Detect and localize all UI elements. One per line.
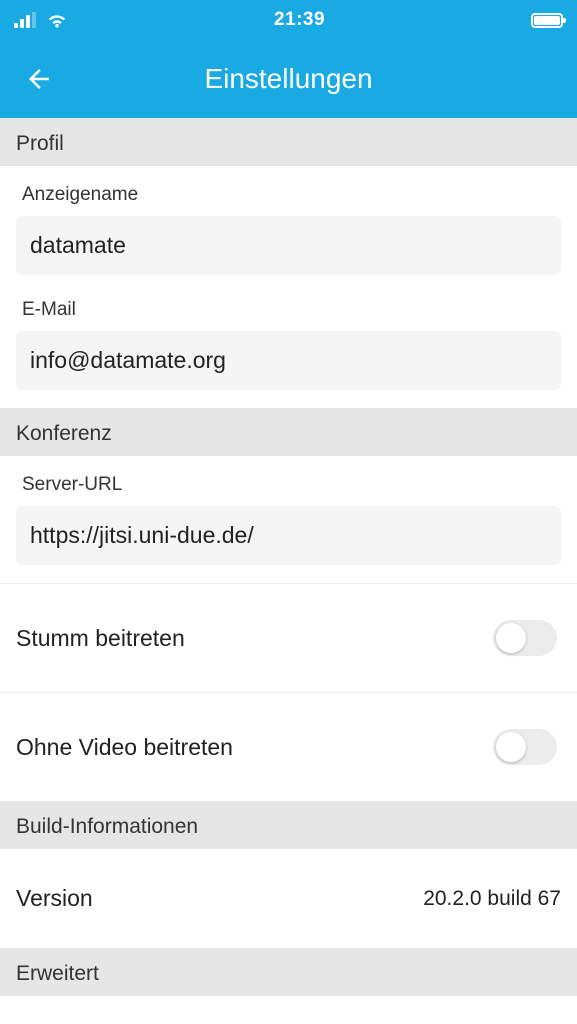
join-muted-label: Stumm beitreten: [16, 625, 185, 652]
join-muted-toggle[interactable]: [493, 620, 557, 656]
status-left: [14, 12, 68, 28]
field-display-name: Anzeigename: [0, 166, 577, 281]
join-without-video-toggle[interactable]: [493, 729, 557, 765]
status-time: 21:39: [274, 9, 325, 31]
toggle-knob-icon: [496, 732, 526, 762]
wifi-icon: [46, 12, 68, 28]
email-label: E-Mail: [16, 291, 561, 331]
toggle-knob-icon: [496, 623, 526, 653]
version-label: Version: [16, 885, 93, 912]
display-name-input[interactable]: [16, 216, 561, 275]
arrow-left-icon: [24, 64, 54, 94]
section-header-conference: Konferenz: [0, 408, 577, 456]
back-button[interactable]: [22, 62, 56, 96]
status-bar: 21:39: [0, 0, 577, 40]
section-body-conference: Server-URL Stumm beitreten Ohne Video be…: [0, 456, 577, 801]
field-email: E-Mail: [0, 281, 577, 408]
app-header: Einstellungen: [0, 40, 577, 118]
row-version: Version 20.2.0 build 67: [0, 849, 577, 948]
section-header-profile: Profil: [0, 118, 577, 166]
row-join-without-video: Ohne Video beitreten: [0, 692, 577, 801]
page-title: Einstellungen: [0, 63, 577, 95]
battery-icon: [531, 13, 563, 28]
row-join-muted: Stumm beitreten: [0, 583, 577, 692]
display-name-label: Anzeigename: [16, 176, 561, 216]
cellular-signal-icon: [14, 12, 36, 28]
email-input[interactable]: [16, 331, 561, 390]
section-header-advanced: Erweitert: [0, 948, 577, 996]
field-server-url: Server-URL: [0, 456, 577, 571]
join-without-video-label: Ohne Video beitreten: [16, 734, 233, 761]
server-url-input[interactable]: [16, 506, 561, 565]
server-url-label: Server-URL: [16, 466, 561, 506]
version-value: 20.2.0 build 67: [423, 887, 561, 911]
section-body-build: Version 20.2.0 build 67: [0, 849, 577, 948]
section-header-build: Build-Informationen: [0, 801, 577, 849]
section-body-profile: Anzeigename E-Mail: [0, 166, 577, 408]
status-right: [531, 13, 563, 28]
